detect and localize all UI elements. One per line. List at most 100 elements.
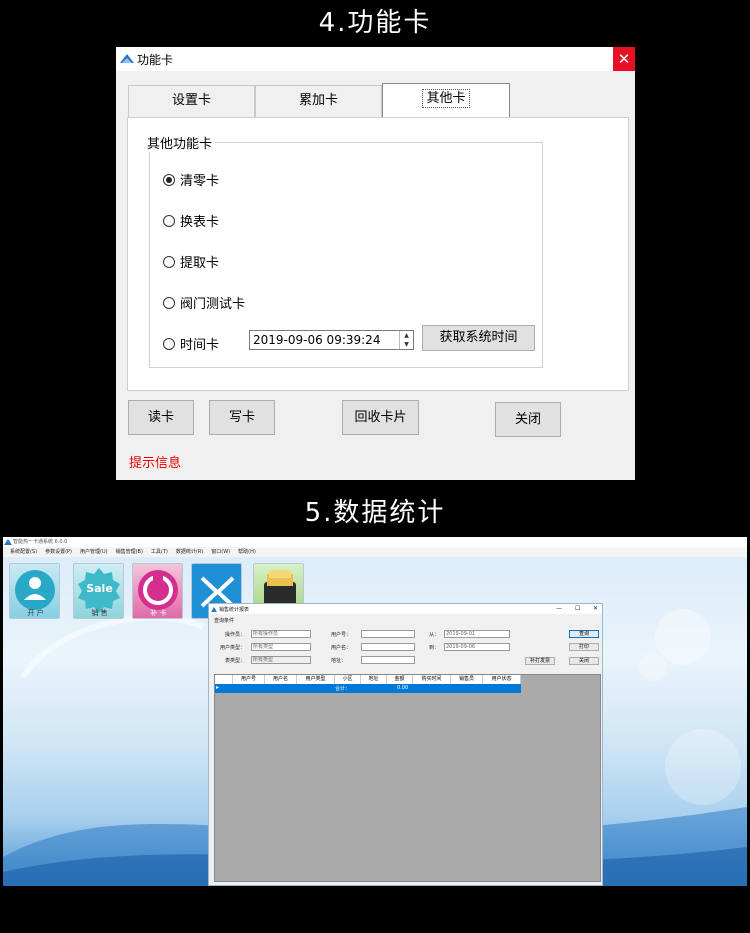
radio-icon[interactable]: [163, 255, 175, 268]
close-icon[interactable]: ✕: [613, 47, 635, 71]
app-title-bar: 智能热一卡通系统 6.0.0: [3, 537, 747, 547]
option-label: 时间卡: [180, 338, 220, 353]
query-button[interactable]: 查询: [569, 630, 599, 638]
total-amount: 0.00: [397, 685, 409, 691]
menu-bar: 系统配置(S) 参数设置(P) 用户管理(U) 销售管理(B) 工具(T) 数据…: [3, 547, 747, 557]
tab-label: 累加卡: [298, 93, 338, 108]
meter-type-select[interactable]: 所有类型: [251, 656, 311, 664]
report-title-bar: [209, 604, 602, 614]
spin-buttons[interactable]: ▲ ▼: [399, 331, 413, 349]
menu-help[interactable]: 帮助(H): [238, 547, 256, 557]
user-no-input[interactable]: [361, 630, 415, 638]
column-header[interactable]: 购买时间: [413, 675, 451, 684]
menu-sales[interactable]: 销售管理(B): [116, 547, 143, 557]
radio-icon[interactable]: [163, 337, 175, 350]
column-header[interactable]: 用户状态: [483, 675, 521, 684]
column-header[interactable]: 用户类型: [297, 675, 335, 684]
reissue-card-tile[interactable]: 补 卡: [132, 563, 183, 619]
user-name-input[interactable]: [361, 643, 415, 651]
radio-icon[interactable]: [163, 214, 175, 227]
statistics-app-window: 智能热一卡通系统 6.0.0 系统配置(S) 参数设置(P) 用户管理(U) 销…: [3, 537, 747, 886]
radio-replace-meter-card[interactable]: 换表卡: [163, 211, 219, 230]
user-type-label: 用户类型：: [220, 645, 246, 651]
minimize-icon[interactable]: —: [556, 605, 562, 612]
option-label: 换表卡: [180, 215, 220, 230]
tab-label: 其他卡: [422, 89, 470, 108]
to-date-picker[interactable]: 2019-09-06: [444, 643, 510, 651]
column-header[interactable]: 用户名: [265, 675, 297, 684]
maximize-icon[interactable]: ☐: [575, 605, 580, 612]
get-system-time-button[interactable]: 获取系统时间: [422, 325, 535, 351]
recycle-card-button[interactable]: 回收卡片: [342, 400, 419, 435]
datetime-value: 2019-09-06 09:39:24: [253, 333, 381, 347]
radio-icon[interactable]: [163, 296, 175, 309]
tab-accumulate-card[interactable]: 累加卡: [255, 85, 382, 117]
total-label: 合计：: [335, 686, 351, 692]
radio-time-card[interactable]: 时间卡: [163, 334, 219, 353]
menu-users[interactable]: 用户管理(U): [80, 547, 108, 557]
read-card-button[interactable]: 读卡: [128, 400, 194, 435]
column-header[interactable]: 小区: [335, 675, 361, 684]
option-label: 阀门测试卡: [180, 297, 246, 312]
refresh-card-icon: [138, 570, 178, 610]
meter-type-value: 所有类型: [253, 657, 274, 663]
grid-corner: [215, 675, 233, 684]
table-row[interactable]: ▸ 合计： 0.00: [215, 684, 521, 693]
user-icon: [15, 570, 55, 610]
menu-tools[interactable]: 工具(T): [151, 547, 168, 557]
write-card-button[interactable]: 写卡: [209, 400, 275, 435]
section-heading-statistics: 5.数据统计: [304, 498, 446, 528]
option-label: 提取卡: [180, 256, 220, 271]
column-header[interactable]: 地址: [361, 675, 387, 684]
operator-label: 操作员：: [225, 632, 246, 638]
operator-select[interactable]: 所有操作员: [251, 630, 311, 638]
menu-system[interactable]: 系统配置(S): [10, 547, 37, 557]
from-date-value: 2019-09-01: [446, 631, 476, 637]
to-label: 到：: [429, 645, 440, 651]
user-no-label: 用户号：: [331, 632, 352, 638]
menu-params[interactable]: 参数设置(P): [45, 547, 72, 557]
spin-down-icon[interactable]: ▼: [400, 340, 413, 349]
radio-clear-card[interactable]: 清零卡: [163, 170, 219, 189]
hint-message: 提示信息: [129, 456, 182, 471]
tab-other-card[interactable]: 其他卡: [382, 83, 510, 117]
column-header[interactable]: 金额: [387, 675, 413, 684]
tab-settings-card[interactable]: 设置卡: [128, 85, 255, 117]
row-pointer-icon: ▸: [216, 684, 220, 691]
close-button[interactable]: 关闭: [495, 402, 561, 437]
dialog-title: 功能卡: [137, 53, 174, 67]
sale-tile[interactable]: Sale 销 售: [73, 563, 124, 619]
radio-checked-icon[interactable]: [163, 173, 175, 186]
column-header[interactable]: 销售员: [451, 675, 483, 684]
app-logo-icon: [120, 54, 134, 63]
close-report-button[interactable]: 关闭: [569, 657, 599, 665]
user-type-select[interactable]: 所有类型: [251, 643, 311, 651]
report-title: 销售统计报表: [219, 607, 250, 613]
address-input[interactable]: [361, 656, 415, 664]
query-conditions-label: 查询条件: [214, 618, 235, 624]
radio-extract-card[interactable]: 提取卡: [163, 252, 219, 271]
report-logo-icon: [211, 607, 217, 612]
section-heading-function-card: 4.功能卡: [318, 8, 432, 38]
sale-badge-text: Sale: [86, 582, 113, 595]
from-date-picker[interactable]: 2019-09-01: [444, 630, 510, 638]
close-icon[interactable]: ✕: [593, 605, 598, 612]
title-bar: 功能卡 ✕: [116, 47, 635, 71]
column-header[interactable]: 用户号: [233, 675, 265, 684]
user-name-label: 用户名：: [331, 645, 352, 651]
app-title: 智能热一卡通系统 6.0.0: [13, 539, 68, 545]
app-logo-icon: [4, 539, 12, 545]
sales-data-grid: 用户号 用户名 用户类型 小区 地址 金额 购买时间 销售员 用户状态 ▸ 合计…: [214, 674, 601, 882]
spin-up-icon[interactable]: ▲: [400, 331, 413, 340]
radio-valve-test-card[interactable]: 阀门测试卡: [163, 293, 245, 312]
open-account-tile[interactable]: 开 户: [9, 563, 60, 619]
meter-type-label: 表类型：: [225, 658, 246, 664]
tab-label: 设置卡: [171, 93, 211, 108]
print-button[interactable]: 打印: [569, 643, 599, 651]
menu-statistics[interactable]: 数据统计(R): [176, 547, 203, 557]
function-card-dialog: 功能卡 ✕ 设置卡 累加卡 其他卡 其他功能卡 清零卡 换表卡 提取卡 阀门测试…: [116, 47, 635, 480]
reprint-invoice-button[interactable]: 补打发票: [525, 657, 555, 665]
to-date-value: 2019-09-06: [446, 644, 476, 650]
menu-window[interactable]: 窗口(W): [211, 547, 230, 557]
datetime-picker[interactable]: 2019-09-06 09:39:24 ▲ ▼: [249, 330, 414, 350]
